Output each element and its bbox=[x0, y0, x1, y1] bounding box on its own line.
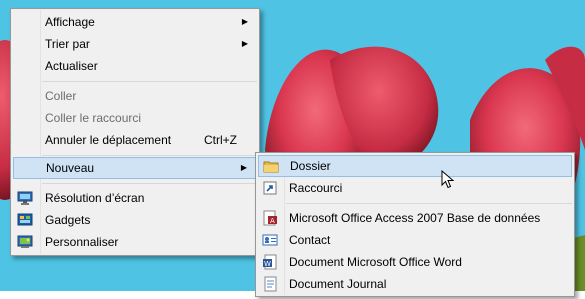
gadgets-icon bbox=[17, 212, 33, 228]
submenu-item-contact[interactable]: Contact bbox=[258, 229, 572, 251]
menu-item-label: Contact bbox=[289, 233, 331, 247]
menu-item-annuler-deplacement[interactable]: Annuler le déplacement Ctrl+Z bbox=[13, 129, 257, 151]
journal-icon bbox=[262, 276, 278, 292]
menu-item-personnaliser[interactable]: Personnaliser bbox=[13, 231, 257, 253]
menu-item-label: Coller le raccourci bbox=[45, 111, 142, 125]
menu-separator bbox=[286, 203, 572, 204]
menu-item-label: Raccourci bbox=[289, 181, 343, 195]
shortcut-icon bbox=[262, 180, 278, 196]
submenu-item-access[interactable]: A Microsoft Office Access 2007 Base de d… bbox=[258, 207, 572, 229]
menu-item-label: Résolution d’écran bbox=[45, 191, 145, 205]
folder-icon bbox=[263, 158, 279, 174]
mouse-pointer-icon bbox=[441, 170, 455, 189]
menu-separator bbox=[42, 183, 257, 184]
contact-icon bbox=[262, 232, 278, 248]
menu-item-label: Document Microsoft Office Word bbox=[289, 255, 462, 269]
menu-item-resolution-ecran[interactable]: Résolution d’écran bbox=[13, 187, 257, 209]
desktop-context-menu: Affichage ▶ Trier par ▶ Actualiser Colle… bbox=[10, 8, 260, 256]
menu-item-gadgets[interactable]: Gadgets bbox=[13, 209, 257, 231]
submenu-item-journal[interactable]: Document Journal bbox=[258, 273, 572, 295]
svg-text:W: W bbox=[264, 260, 271, 268]
menu-item-label: Nouveau bbox=[46, 161, 95, 175]
submenu-arrow-icon: ▶ bbox=[240, 163, 247, 172]
menu-item-trier-par[interactable]: Trier par ▶ bbox=[13, 33, 257, 55]
display-icon bbox=[17, 190, 33, 206]
submenu-arrow-icon: ▶ bbox=[241, 39, 248, 48]
nouveau-submenu: Dossier Raccourci A Microsoft Office Acc… bbox=[255, 152, 575, 297]
menu-item-shortcut: Ctrl+Z bbox=[204, 133, 237, 147]
menu-separator bbox=[42, 81, 257, 82]
menu-item-label: Coller bbox=[45, 89, 77, 103]
menu-item-label: Trier par bbox=[45, 37, 90, 51]
menu-item-coller[interactable]: Coller bbox=[13, 85, 257, 107]
submenu-item-dossier[interactable]: Dossier bbox=[258, 155, 572, 177]
menu-item-label: Affichage bbox=[45, 15, 95, 29]
menu-item-label: Annuler le déplacement bbox=[45, 133, 172, 147]
menu-item-label: Actualiser bbox=[45, 59, 98, 73]
submenu-item-word[interactable]: W Document Microsoft Office Word bbox=[258, 251, 572, 273]
menu-item-label: Microsoft Office Access 2007 Base de don… bbox=[289, 211, 541, 225]
menu-item-label: Document Journal bbox=[289, 277, 387, 291]
access-icon: A bbox=[262, 210, 278, 226]
personalize-icon bbox=[17, 234, 33, 250]
submenu-arrow-icon: ▶ bbox=[241, 17, 248, 26]
menu-item-label: Dossier bbox=[290, 159, 331, 173]
menu-separator bbox=[42, 155, 257, 156]
menu-item-actualiser[interactable]: Actualiser bbox=[13, 55, 257, 77]
menu-item-coller-raccourci[interactable]: Coller le raccourci bbox=[13, 107, 257, 129]
menu-item-nouveau[interactable]: Nouveau ▶ bbox=[13, 157, 257, 179]
word-icon: W bbox=[262, 254, 278, 270]
menu-item-label: Gadgets bbox=[45, 213, 91, 227]
svg-text:A: A bbox=[270, 217, 275, 225]
submenu-item-raccourci[interactable]: Raccourci bbox=[258, 177, 572, 199]
menu-item-affichage[interactable]: Affichage ▶ bbox=[13, 11, 257, 33]
menu-item-label: Personnaliser bbox=[45, 235, 119, 249]
